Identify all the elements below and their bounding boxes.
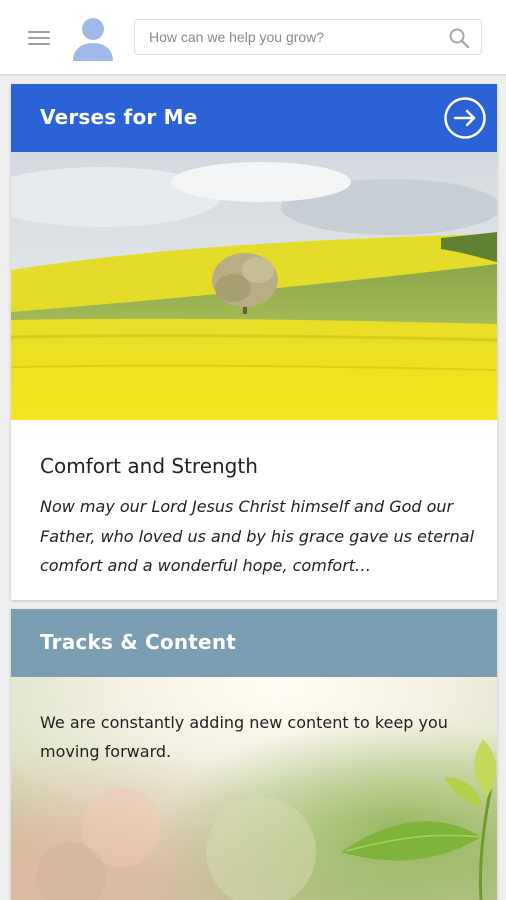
app-bar	[0, 0, 506, 76]
hamburger-menu-icon-line	[28, 43, 50, 45]
search-input[interactable]	[135, 20, 435, 54]
verse-text: Now may our Lord Jesus Christ himself an…	[40, 497, 475, 575]
arrow-right-circle-icon[interactable]	[443, 96, 487, 140]
tracks-card-header: Tracks & Content	[11, 609, 497, 677]
verse-title: Comfort and Strength	[40, 454, 258, 478]
verses-card-header: Verses for Me	[11, 84, 497, 152]
verses-card-title: Verses for Me	[40, 105, 198, 129]
field-landscape-image	[11, 152, 497, 420]
user-avatar-icon	[73, 18, 113, 61]
menu-button[interactable]	[22, 24, 56, 52]
tracks-card[interactable]: Tracks & Content We are constantly addin…	[11, 609, 497, 900]
search-box	[134, 19, 482, 55]
hamburger-menu-icon-line	[28, 37, 50, 39]
tracks-description: We are constantly adding new content to …	[40, 713, 448, 761]
tracks-card-title: Tracks & Content	[40, 630, 237, 654]
avatar[interactable]	[70, 14, 116, 64]
hamburger-menu-icon	[28, 31, 50, 33]
search-icon[interactable]	[447, 26, 471, 50]
verses-card[interactable]: Verses for Me Comfort and Strength Now m…	[11, 84, 497, 600]
